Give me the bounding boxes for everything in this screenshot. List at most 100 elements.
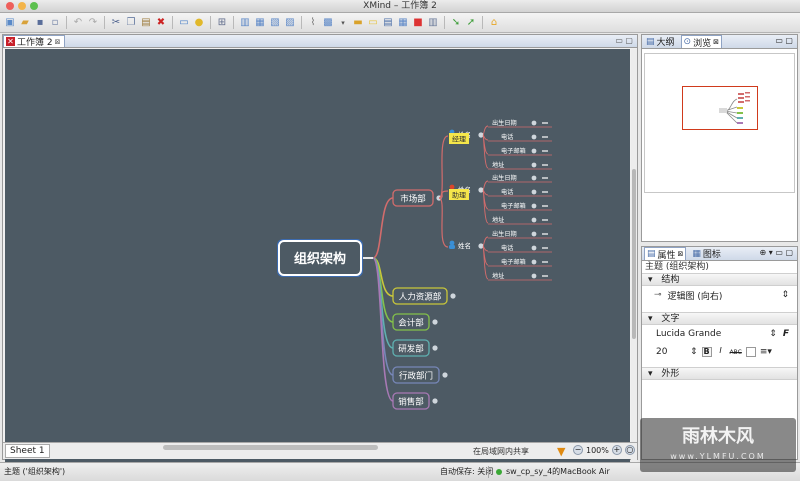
new-icon[interactable]: ▣ [3, 16, 17, 30]
tab-overview[interactable]: ⊙ 浏览 ⊠ [680, 35, 722, 49]
lan-share-label[interactable]: 在局域网内共享 [473, 446, 529, 457]
structure-select[interactable]: ⊸ 逻辑图 (向右) ⇕ [642, 286, 797, 304]
stepper-arrows-icon[interactable]: ⇕ [769, 329, 777, 339]
save-as-icon[interactable]: ▫ [48, 16, 62, 30]
collapse-toggle[interactable] [478, 243, 484, 249]
collapse-toggle[interactable] [531, 162, 537, 168]
collapse-toggle[interactable] [531, 245, 537, 251]
tab-workbook[interactable]: ✕ 工作簿 2 ⊠ [3, 35, 66, 48]
collapse-toggle[interactable] [531, 148, 537, 154]
vertical-scrollbar[interactable] [631, 49, 637, 477]
collapse-toggle[interactable] [531, 120, 537, 126]
watermark-sub: www.YLMFU.COM [670, 452, 766, 461]
zoom-window-button[interactable] [30, 2, 38, 10]
floating-topic-icon[interactable]: ▥ [238, 16, 252, 30]
collapse-toggle[interactable] [450, 293, 456, 299]
collapse-toggle[interactable] [432, 345, 438, 351]
close-tab-icon[interactable]: ⊠ [678, 250, 684, 258]
panel-tools[interactable]: ▭ ▢ [775, 36, 793, 45]
mindmap-canvas[interactable]: 市场部人力资源部会计部研发部行政部门销售部组织架构姓名经理出生日期电话电子邮箱地… [5, 49, 630, 477]
font-size-input[interactable]: 20 [656, 347, 686, 357]
close-window-button[interactable] [6, 2, 14, 10]
stepper-arrows-icon[interactable]: ⇕ [781, 290, 789, 300]
department-label: 人力资源部 [399, 292, 442, 303]
collapse-toggle[interactable] [531, 231, 537, 237]
save-icon[interactable]: ▪ [33, 16, 47, 30]
collapse-toggle[interactable] [531, 217, 537, 223]
summary-icon[interactable]: ▨ [283, 16, 297, 30]
marker-icon[interactable]: ▦ [396, 16, 410, 30]
overview-thumbnail[interactable] [644, 53, 795, 193]
text-color-button[interactable] [745, 347, 756, 357]
note-icon[interactable]: ▭ [366, 16, 380, 30]
idea-bulb-icon[interactable]: ● [192, 16, 206, 30]
properties-icon: ▤ [647, 249, 656, 259]
undo-icon[interactable]: ↶ [71, 16, 85, 30]
zoom-out-button[interactable]: − [573, 445, 583, 455]
paste-icon[interactable]: ▤ [139, 16, 153, 30]
filter-icon[interactable]: ▼ [557, 445, 565, 458]
tab-icons[interactable]: ▦ 图标 [690, 247, 723, 261]
section-structure[interactable]: ▾ 结构 [642, 273, 797, 286]
window-title: XMind – 工作簿 2 [363, 1, 437, 11]
drill-up-icon[interactable]: ➚ [464, 16, 478, 30]
collapse-toggle[interactable] [531, 189, 537, 195]
strikethrough-button[interactable]: ABC [730, 349, 742, 356]
font-dialog-icon[interactable]: F [783, 329, 789, 339]
dropdown-arrow-icon[interactable]: ▾ [336, 16, 350, 30]
redo-icon[interactable]: ↷ [86, 16, 100, 30]
section-shape[interactable]: ▾ 外形 [642, 367, 797, 380]
home-icon[interactable]: ⌂ [487, 16, 501, 30]
field-label: 电话 [501, 133, 513, 141]
collapse-toggle[interactable] [531, 175, 537, 181]
boundary-icon[interactable]: ▧ [268, 16, 282, 30]
collapse-toggle[interactable] [531, 259, 537, 265]
relationship-icon[interactable]: ▦ [253, 16, 267, 30]
collapse-toggle[interactable] [478, 132, 484, 138]
person-branch [438, 135, 449, 199]
sheet-tab[interactable]: Sheet 1 [5, 444, 50, 458]
stepper-arrows-icon[interactable]: ⇕ [690, 347, 698, 357]
collapse-toggle[interactable] [531, 134, 537, 140]
collapse-toggle[interactable] [432, 398, 438, 404]
collapse-toggle[interactable] [531, 203, 537, 209]
cut-icon[interactable]: ✂ [109, 16, 123, 30]
stop-icon[interactable]: ■ [411, 16, 425, 30]
italic-button[interactable]: I [716, 347, 726, 357]
horizontal-scrollbar[interactable] [163, 445, 378, 450]
collapse-toggle[interactable] [432, 319, 438, 325]
topic-icon[interactable]: ▭ [177, 16, 191, 30]
layout-icon[interactable]: ▥ [426, 16, 440, 30]
attachment-icon[interactable]: ⌇ [306, 16, 320, 30]
department-label: 研发部 [398, 344, 424, 355]
status-user[interactable]: sw_cp_sy_4的MacBook Air [496, 463, 610, 481]
section-text[interactable]: ▾ 文字 [642, 312, 797, 325]
close-tab-icon[interactable]: ⊠ [55, 38, 61, 46]
delete-icon[interactable]: ✖ [154, 16, 168, 30]
tab-outline[interactable]: ▤ 大纲 [644, 35, 677, 49]
open-folder-icon[interactable]: ▰ [18, 16, 32, 30]
zoom-in-button[interactable]: + [611, 445, 622, 455]
collapse-toggle[interactable] [442, 372, 448, 378]
label-icon[interactable]: ▬ [351, 16, 365, 30]
collapse-toggle[interactable] [531, 273, 537, 279]
bold-button[interactable]: B [701, 347, 712, 357]
status-topic: 主题 ('组织架构') [4, 467, 66, 476]
font-family-select[interactable]: Lucida Grande ⇕ F [642, 325, 797, 343]
image-icon[interactable]: ▩ [321, 16, 335, 30]
subtopic-icon[interactable]: ⊞ [215, 16, 229, 30]
minimize-window-button[interactable] [18, 2, 26, 10]
hyperlink-icon[interactable]: ▤ [381, 16, 395, 30]
panel-tools[interactable]: ⊕ ▾ ▭ ▢ [760, 248, 793, 257]
drill-down-icon[interactable]: ➘ [449, 16, 463, 30]
logic-chart-icon: ⊸ [654, 290, 662, 300]
close-tab-icon[interactable]: ⊠ [713, 38, 719, 46]
editor-minimize-icon[interactable]: ▭ ▢ [615, 36, 633, 45]
align-button[interactable]: ≡▾ [760, 347, 772, 357]
status-autosave[interactable]: 自动保存: 关闭 [440, 463, 493, 481]
collapse-toggle[interactable] [478, 187, 484, 193]
overview-viewport[interactable] [682, 86, 758, 130]
zoom-fit-button[interactable]: ○ [624, 445, 635, 455]
copy-icon[interactable]: ❐ [124, 16, 138, 30]
tab-properties[interactable]: ▤ 属性 ⊠ [644, 247, 687, 261]
